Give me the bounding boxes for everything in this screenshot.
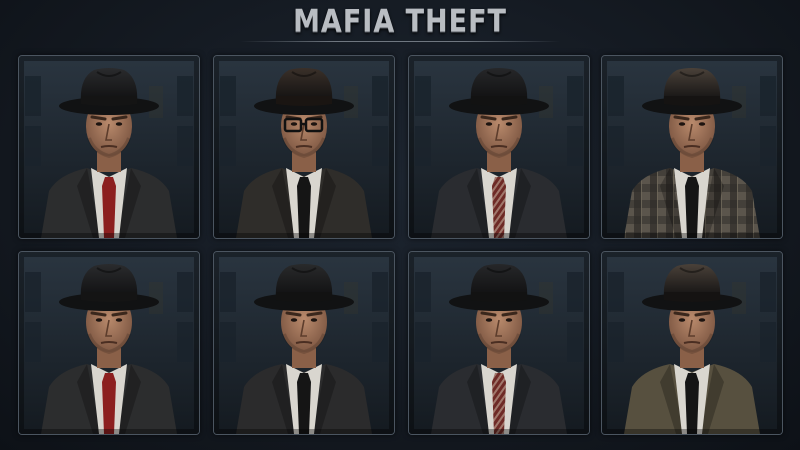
necktie <box>102 373 116 434</box>
necktie <box>297 177 311 238</box>
necktie <box>297 373 311 434</box>
game-title: MAFIA THEFT <box>293 3 507 40</box>
necktie <box>685 177 699 238</box>
character-portrait <box>602 56 782 238</box>
necktie <box>492 373 506 434</box>
character-portrait <box>602 252 782 434</box>
character-card-7[interactable] <box>408 251 590 435</box>
character-card-1[interactable] <box>18 55 200 239</box>
title-divider <box>240 41 560 42</box>
character-card-8[interactable] <box>601 251 783 435</box>
necktie <box>492 177 506 238</box>
character-portrait <box>214 56 394 238</box>
character-portrait <box>409 56 589 238</box>
character-portrait <box>19 252 199 434</box>
character-portrait <box>19 56 199 238</box>
character-card-5[interactable] <box>18 251 200 435</box>
necktie <box>685 373 699 434</box>
character-card-3[interactable] <box>408 55 590 239</box>
character-portrait <box>214 252 394 434</box>
necktie <box>102 177 116 238</box>
character-portrait <box>409 252 589 434</box>
character-card-6[interactable] <box>213 251 395 435</box>
character-card-2[interactable] <box>213 55 395 239</box>
character-card-4[interactable] <box>601 55 783 239</box>
